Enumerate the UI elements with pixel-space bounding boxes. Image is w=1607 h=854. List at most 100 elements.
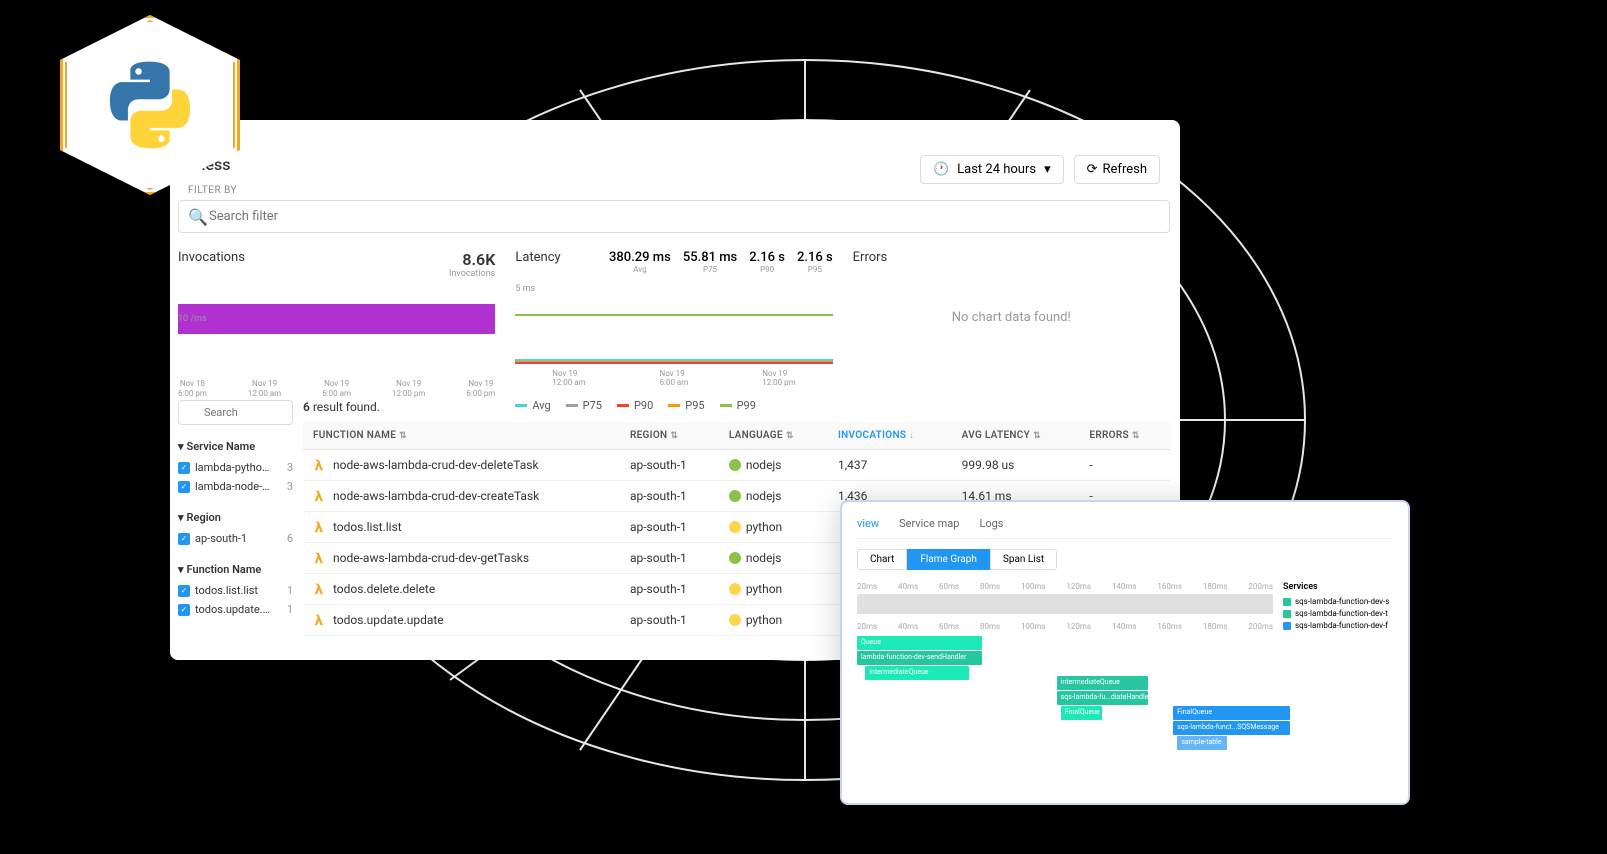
sort-icon: ⇅ — [670, 431, 678, 441]
language-icon — [729, 490, 741, 502]
latency-axis: Nov 1912:00 amNov 196:00 amNov 1912:00 p… — [515, 369, 832, 387]
invocations-card: Invocations 8.6K Invocations 10 /ms Nov … — [178, 250, 495, 423]
refresh-label: Refresh — [1103, 162, 1147, 177]
search-filter-input[interactable] — [178, 200, 1170, 233]
invocations-bar — [178, 304, 495, 334]
table-header[interactable]: LANGUAGE⇅ — [719, 422, 828, 450]
facet-header[interactable]: ▾ Region — [178, 506, 293, 529]
facet-item[interactable]: ✓lambda-python...3 — [178, 458, 293, 477]
latency-stat: 55.81 msP75 — [683, 250, 737, 274]
invocations-axis: Nov 186:00 pmNov 1912:00 amNov 196:00 am… — [178, 379, 495, 398]
timeline-tick: 140ms — [1112, 582, 1137, 591]
trace-subtab[interactable]: Flame Graph — [907, 549, 990, 570]
lambda-icon — [313, 613, 327, 627]
trace-tab[interactable]: Logs — [979, 517, 1003, 530]
errors-card: Errors No chart data found! — [853, 250, 1170, 423]
table-header[interactable]: FUNCTION NAME⇅ — [303, 422, 620, 450]
flame-span[interactable]: intermediateQueue — [865, 666, 969, 680]
timeline-tick: 20ms — [857, 622, 877, 631]
services-title: Services — [1283, 582, 1393, 592]
flame-span[interactable]: sample-table — [1177, 736, 1227, 750]
axis-tick: Nov 196:00 am — [660, 369, 689, 387]
facet-header[interactable]: ▾ Service Name — [178, 435, 293, 458]
trace-tab[interactable]: view — [857, 517, 879, 530]
checkbox-icon: ✓ — [178, 462, 190, 474]
timeline-tick: 60ms — [939, 622, 959, 631]
flame-span[interactable]: FinalQueue — [1061, 706, 1103, 720]
lambda-icon — [313, 458, 327, 472]
chevron-down-icon: ▾ — [178, 440, 184, 453]
latency-card: Latency 380.29 msAvg55.81 msP752.16 sP90… — [515, 250, 832, 423]
timeline-tick: 160ms — [1157, 622, 1182, 631]
table-header[interactable]: REGION⇅ — [620, 422, 719, 450]
facet-item[interactable]: ✓lambda-node-a...3 — [178, 477, 293, 496]
flame-span[interactable]: sqs-lambda-fu...diateHandler — [1057, 691, 1149, 705]
search-icon: 🔍 — [188, 207, 208, 226]
trace-tabs: view Service map Logs — [857, 517, 1393, 539]
timeline-tick: 20ms — [857, 582, 877, 591]
trace-subtab[interactable]: Chart — [857, 549, 907, 570]
axis-tick: Nov 196:00 pm — [466, 379, 495, 398]
latency-stat: 380.29 msAvg — [609, 250, 671, 274]
facet-item[interactable]: ✓todos.update.u...1 — [178, 600, 293, 619]
trace-subtab[interactable]: Span List — [990, 549, 1057, 570]
refresh-button[interactable]: ⟳ Refresh — [1074, 155, 1160, 184]
invocations-value: 8.6K — [449, 250, 495, 269]
facet-item[interactable]: ✓ap-south-16 — [178, 529, 293, 548]
timeline-tick: 200ms — [1248, 582, 1273, 591]
service-legend-item: sqs-lambda-function-dev-t — [1283, 609, 1393, 618]
flame-timeline: 20ms40ms60ms80ms100ms120ms140ms160ms180m… — [857, 582, 1273, 591]
timeline-tick: 80ms — [980, 622, 1000, 631]
timeline-tick: 180ms — [1203, 622, 1228, 631]
facet-header[interactable]: ▾ Function Name — [178, 558, 293, 581]
facet-group: ▾ Function Name✓todos.list.list1✓todos.u… — [178, 558, 293, 619]
flame-span[interactable]: sqs-lambda-funct...SQSMessage — [1173, 721, 1289, 735]
flame-span[interactable]: intermediateQueue — [1057, 676, 1149, 690]
time-range-selector[interactable]: 🕐 Last 24 hours ▾ — [920, 155, 1064, 184]
checkbox-icon: ✓ — [178, 585, 190, 597]
facet-search-input[interactable] — [178, 400, 293, 425]
axis-tick: Nov 1912:00 am — [552, 369, 585, 387]
language-icon — [729, 552, 741, 564]
lambda-icon — [313, 520, 327, 534]
flame-chart: 20ms40ms60ms80ms100ms120ms140ms160ms180m… — [857, 582, 1273, 762]
flame-span[interactable]: lambda-function-dev-sendHandler — [857, 651, 982, 665]
latency-chart — [515, 304, 832, 364]
facet-group: ▾ Service Name✓lambda-python...3✓lambda-… — [178, 435, 293, 496]
sort-icon: ↓ — [909, 431, 914, 441]
invocations-scale: 10 /ms — [178, 314, 207, 324]
axis-tick: Nov 186:00 pm — [178, 379, 207, 398]
table-header[interactable]: ERRORS⇅ — [1079, 422, 1170, 450]
language-icon — [729, 459, 741, 471]
language-icon — [729, 521, 741, 533]
trace-tab[interactable]: Service map — [899, 517, 959, 530]
language-icon — [729, 614, 741, 626]
clock-icon: 🕐 — [933, 162, 949, 177]
services-legend: Services sqs-lambda-function-dev-ssqs-la… — [1283, 582, 1393, 762]
chevron-down-icon: ▾ — [178, 563, 184, 576]
table-header[interactable]: AVG LATENCY⇅ — [952, 422, 1080, 450]
facet-item[interactable]: ✓todos.list.list1 — [178, 581, 293, 600]
language-icon — [729, 583, 741, 595]
lambda-icon — [313, 582, 327, 596]
latency-scale: 5 ms — [515, 284, 832, 294]
flame-span[interactable]: FinalQueue — [1173, 706, 1289, 720]
timeline-tick: 60ms — [939, 582, 959, 591]
latency-title: Latency — [515, 250, 560, 265]
checkbox-icon: ✓ — [178, 604, 190, 616]
axis-tick: Nov 1912:00 am — [248, 379, 281, 398]
timeline-tick: 200ms — [1248, 622, 1273, 631]
table-header[interactable]: INVOCATIONS↓ — [828, 422, 952, 450]
flame-span[interactable]: Queue — [857, 636, 982, 650]
lambda-icon — [313, 551, 327, 565]
table-row[interactable]: node-aws-lambda-crud-dev-deleteTaskap-so… — [303, 450, 1170, 481]
result-count-text: result found. — [310, 400, 380, 414]
search-filter-wrap: 🔍 — [178, 200, 1170, 233]
lambda-icon — [313, 489, 327, 503]
timeline-tick: 40ms — [898, 582, 918, 591]
flame-bars: Queuelambda-function-dev-sendHandlerinte… — [857, 636, 1273, 746]
invocations-sub: Invocations — [449, 269, 495, 279]
errors-title: Errors — [853, 250, 888, 265]
time-range-label: Last 24 hours — [957, 162, 1036, 177]
latency-stat: 2.16 sP95 — [797, 250, 833, 274]
